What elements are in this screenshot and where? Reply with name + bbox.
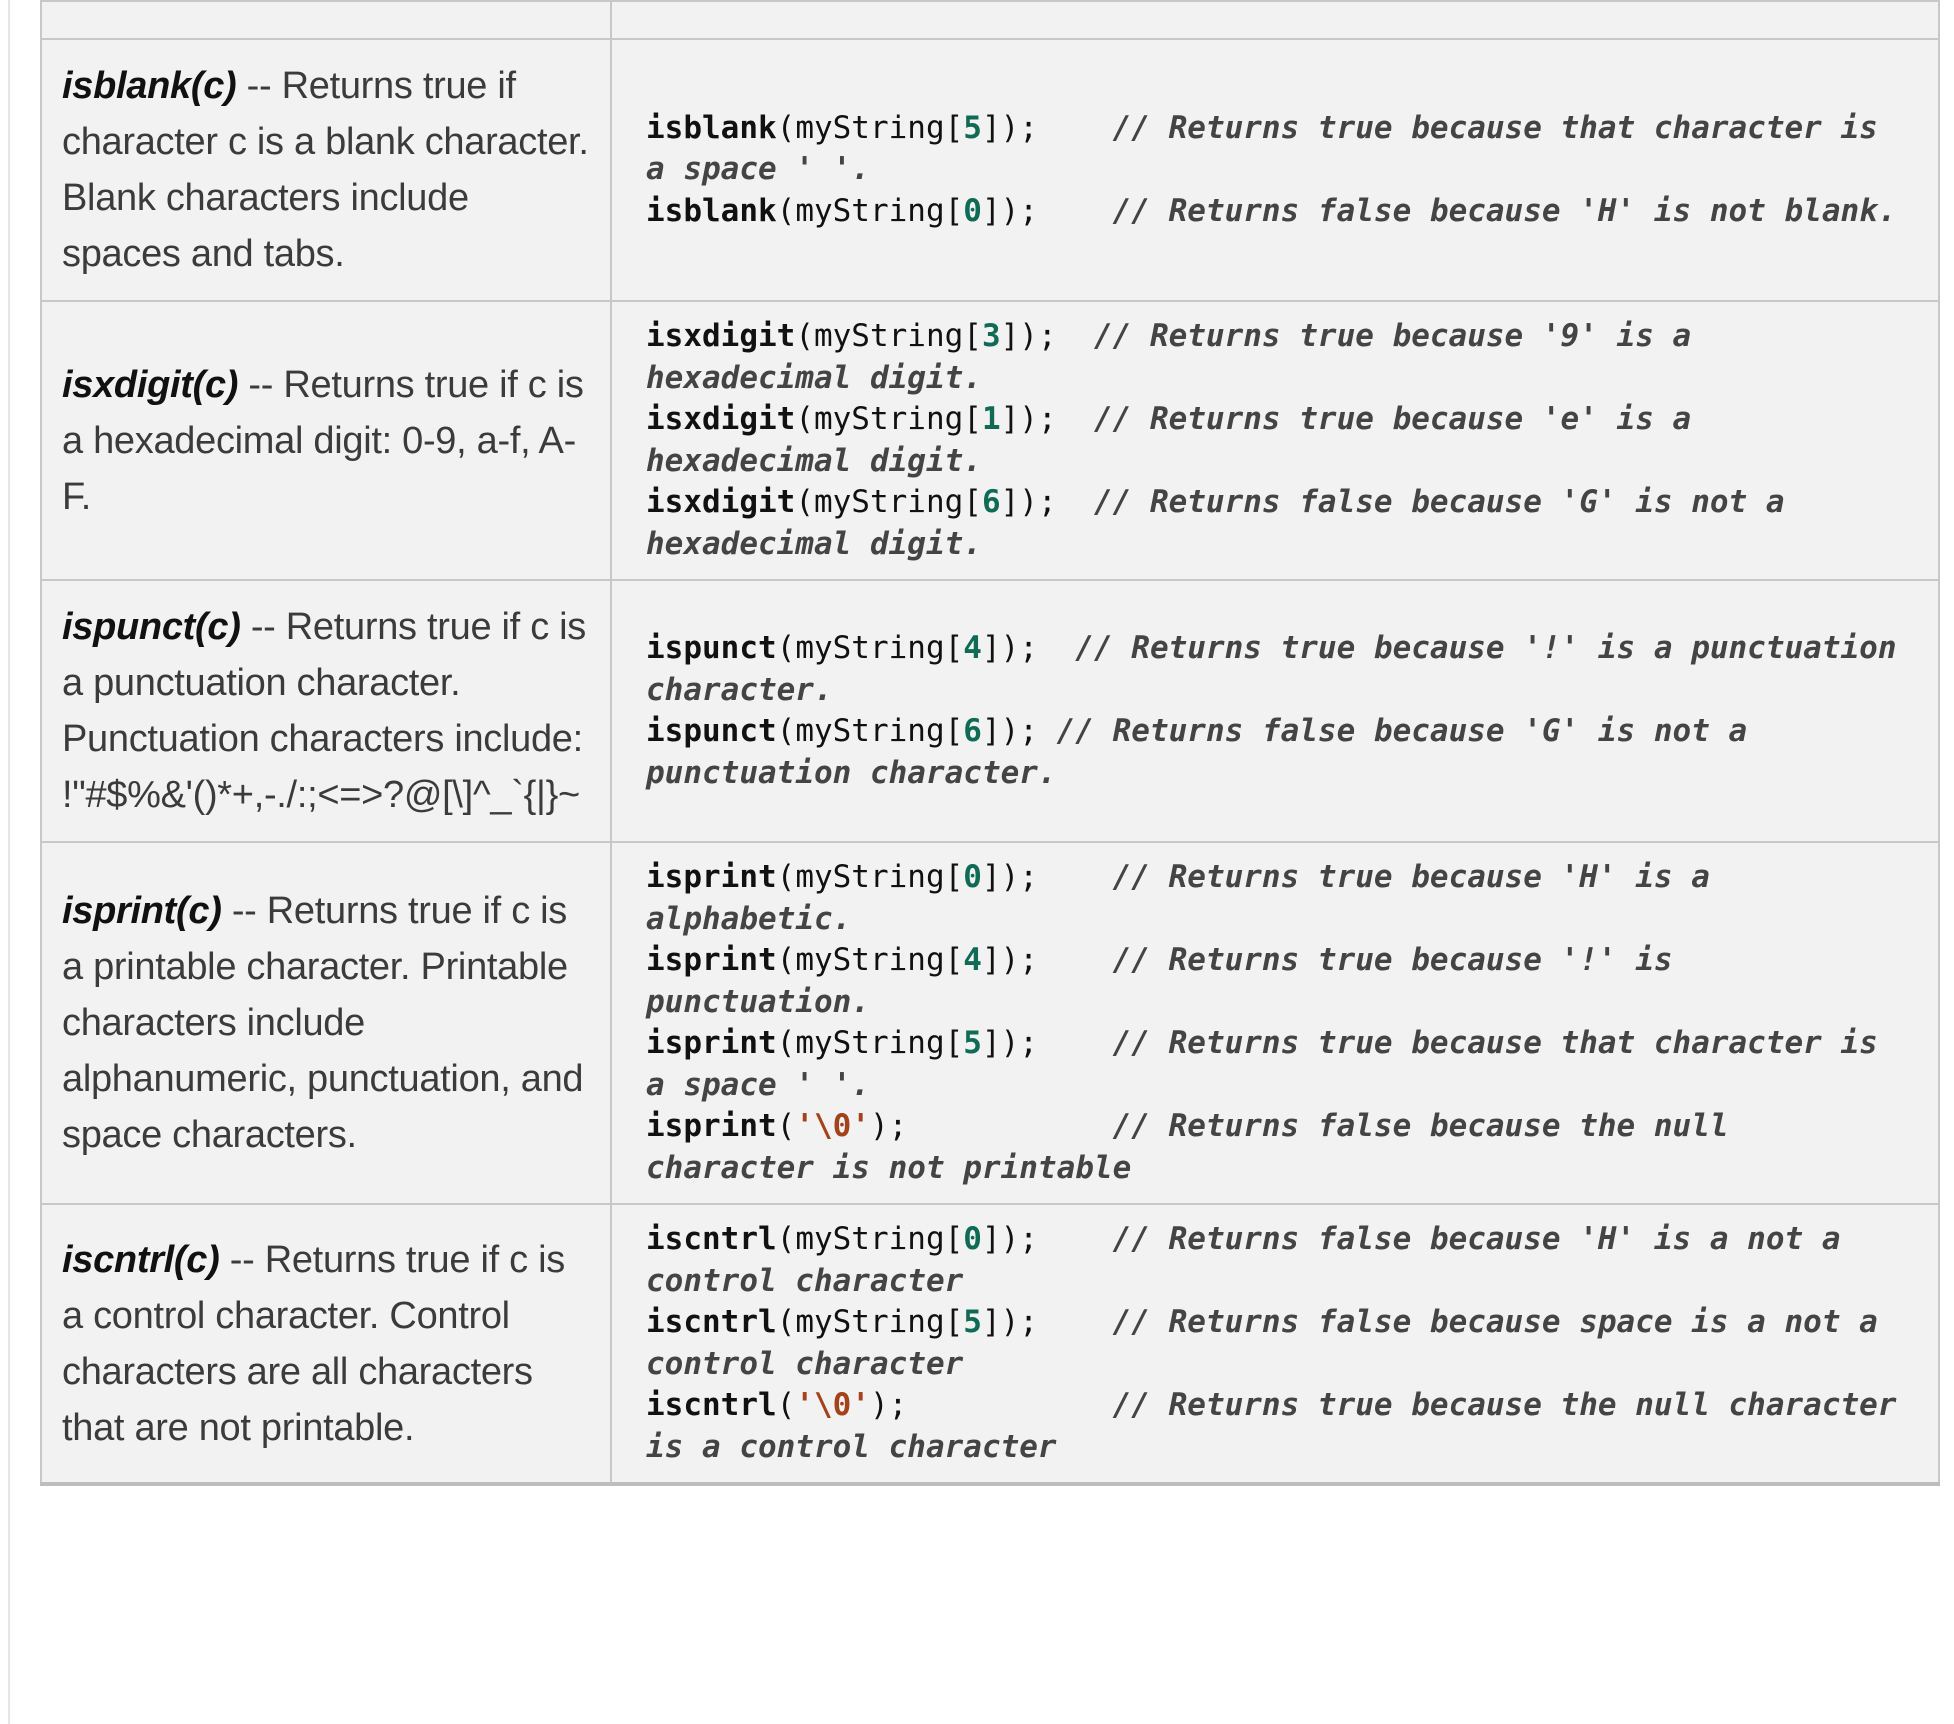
code-call: isxdigit xyxy=(646,401,796,437)
code-index: 5 xyxy=(963,1304,982,1340)
code-index: 5 xyxy=(963,1025,982,1061)
code-padding xyxy=(1038,1304,1113,1340)
code-line: isxdigit(myString[1]); // Returns true b… xyxy=(646,401,1710,479)
table-body: isblank(c) -- Returns true if character … xyxy=(40,0,1940,1486)
table-row-isprint: isprint(c) -- Returns true if c is a pri… xyxy=(40,841,1940,1205)
code-comment: // Returns true because '!' is punctuati… xyxy=(646,942,1692,1020)
code-line: isprint('\0'); // Returns false because … xyxy=(646,1108,1748,1186)
code-comment: // Returns true because '9' is a hexadec… xyxy=(646,318,1710,396)
code-index: 1 xyxy=(981,401,1001,437)
description-cell: isxdigit(c) -- Returns true if c is a he… xyxy=(40,300,612,581)
code-comment: // Returns true because that character i… xyxy=(646,1025,1897,1103)
function-name: isxdigit(c) xyxy=(62,363,239,406)
code-index: 4 xyxy=(963,630,982,666)
code-index: 6 xyxy=(963,713,982,749)
code-index: 4 xyxy=(963,942,982,978)
code-line: isblank(myString[0]); // Returns false b… xyxy=(646,192,1897,229)
code-comment: // Returns false because 'G' is not a pu… xyxy=(646,713,1766,791)
code-index: 3 xyxy=(981,318,1001,354)
code-line: isprint(myString[4]); // Returns true be… xyxy=(646,942,1692,1020)
code-call: iscntrl xyxy=(646,1304,777,1340)
code-padding xyxy=(1038,1025,1113,1061)
code-cell: isxdigit(myString[3]); // Returns true b… xyxy=(610,300,1940,581)
code-index: 6 xyxy=(981,484,1001,520)
code-example: ispunct(myString[4]); // Returns true be… xyxy=(646,628,1904,794)
code-call: isprint xyxy=(646,1108,777,1144)
code-cell: ispunct(myString[4]); // Returns true be… xyxy=(610,579,1940,843)
code-line: isprint(myString[5]); // Returns true be… xyxy=(646,1025,1897,1103)
code-line: isprint(myString[0]); // Returns true be… xyxy=(646,859,1729,937)
code-padding xyxy=(1057,318,1094,354)
code-index: 0 xyxy=(963,859,982,895)
description-cell: isprint(c) -- Returns true if c is a pri… xyxy=(40,841,612,1205)
code-padding xyxy=(1038,942,1113,978)
code-comment: // Returns true because that character i… xyxy=(646,109,1897,188)
code-line: isxdigit(myString[3]); // Returns true b… xyxy=(646,318,1710,396)
code-cell: iscntrl(myString[0]); // Returns false b… xyxy=(610,1203,1940,1486)
code-padding xyxy=(1038,859,1113,895)
description-cell: ispunct(c) -- Returns true if c is a pun… xyxy=(40,579,612,843)
code-line: ispunct(myString[4]); // Returns true be… xyxy=(646,630,1916,708)
code-comment: // Returns false because 'H' is not blan… xyxy=(1112,192,1897,229)
code-padding xyxy=(1038,193,1113,229)
table-row-ispunct: ispunct(c) -- Returns true if c is a pun… xyxy=(40,579,1940,843)
code-padding xyxy=(907,1108,1112,1144)
code-call: ispunct xyxy=(646,713,777,749)
function-name: iscntrl(c) xyxy=(62,1238,220,1281)
function-name: isblank(c) xyxy=(62,65,237,107)
code-padding xyxy=(907,1387,1112,1423)
code-comment: // Returns false because 'G' is not a he… xyxy=(646,484,1804,562)
code-comment: // Returns true because 'H' is a alphabe… xyxy=(646,859,1729,937)
description-cell xyxy=(40,0,612,40)
code-call: isblank xyxy=(646,109,777,146)
code-example: isprint(myString[0]); // Returns true be… xyxy=(646,857,1904,1189)
description-cell: isblank(c) -- Returns true if character … xyxy=(40,38,612,302)
code-line: ispunct(myString[6]); // Returns false b… xyxy=(646,713,1766,791)
code-padding xyxy=(1038,110,1113,146)
code-call: isxdigit xyxy=(646,484,796,520)
code-call: ispunct xyxy=(646,630,777,666)
code-padding xyxy=(1038,630,1075,666)
code-line: iscntrl(myString[5]); // Returns false b… xyxy=(646,1304,1897,1382)
code-call: isxdigit xyxy=(646,318,796,354)
table-row-previous-partial xyxy=(40,0,1940,40)
code-example: isblank(myString[5]); // Returns true be… xyxy=(646,108,1904,233)
code-call: iscntrl xyxy=(646,1221,777,1257)
code-line: iscntrl('\0'); // Returns true because t… xyxy=(646,1387,1916,1465)
code-char-literal: '\0' xyxy=(795,1108,870,1144)
function-name: isprint(c) xyxy=(62,890,222,932)
code-cell: isblank(myString[5]); // Returns true be… xyxy=(610,38,1940,302)
code-line: isblank(myString[5]); // Returns true be… xyxy=(646,109,1897,188)
table-row-isxdigit: isxdigit(c) -- Returns true if c is a he… xyxy=(40,300,1940,581)
code-line: iscntrl(myString[0]); // Returns false b… xyxy=(646,1221,1860,1299)
code-char-literal: '\0' xyxy=(795,1387,870,1423)
code-call: isprint xyxy=(646,942,777,978)
function-name: ispunct(c) xyxy=(62,606,241,648)
code-cell xyxy=(610,0,1940,40)
table-row-isblank: isblank(c) -- Returns true if character … xyxy=(40,38,1940,302)
code-comment: // Returns true because '!' is a punctua… xyxy=(646,630,1916,708)
code-comment: // Returns false because space is a not … xyxy=(646,1304,1897,1382)
code-index: 5 xyxy=(963,109,982,146)
code-call: isprint xyxy=(646,1025,777,1061)
code-example: iscntrl(myString[0]); // Returns false b… xyxy=(646,1219,1904,1468)
code-comment: // Returns true because 'e' is a hexadec… xyxy=(646,401,1710,479)
code-padding xyxy=(1057,484,1094,520)
table-row-iscntrl: iscntrl(c) -- Returns true if c is a con… xyxy=(40,1203,1940,1486)
code-example: isxdigit(myString[3]); // Returns true b… xyxy=(646,316,1904,565)
code-call: isprint xyxy=(646,859,777,895)
code-cell: isprint(myString[0]); // Returns true be… xyxy=(610,841,1940,1205)
character-functions-table: isblank(c) -- Returns true if character … xyxy=(40,0,1940,1486)
code-call: isblank xyxy=(646,192,777,229)
code-call: iscntrl xyxy=(646,1387,777,1423)
code-padding xyxy=(1038,1221,1113,1257)
page-left-border xyxy=(8,0,10,1724)
code-index: 0 xyxy=(963,192,982,229)
code-index: 0 xyxy=(963,1221,982,1257)
code-padding xyxy=(1057,401,1094,437)
code-comment: // Returns false because 'H' is a not a … xyxy=(646,1221,1860,1299)
code-padding xyxy=(1038,713,1057,749)
description-cell: iscntrl(c) -- Returns true if c is a con… xyxy=(40,1203,612,1486)
code-line: isxdigit(myString[6]); // Returns false … xyxy=(646,484,1804,562)
